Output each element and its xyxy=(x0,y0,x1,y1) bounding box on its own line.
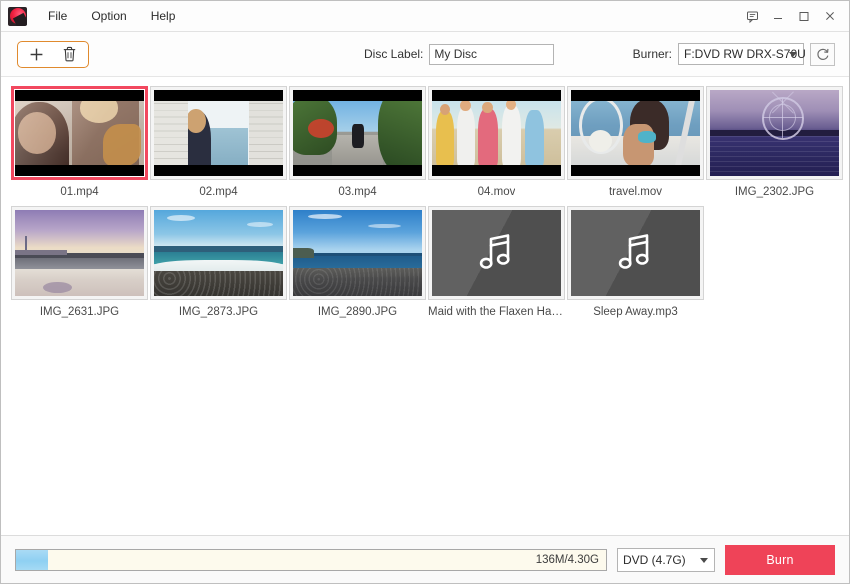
menu-item-file[interactable]: File xyxy=(37,5,78,27)
application-window: File Option Help xyxy=(0,0,850,584)
app-logo-icon xyxy=(8,7,27,26)
capacity-progress-bar: 136M/4.30G xyxy=(15,549,607,571)
file-thumbnail[interactable] xyxy=(150,206,287,300)
file-tile[interactable]: IMG_2302.JPG xyxy=(705,86,844,198)
maximize-icon[interactable] xyxy=(791,1,817,31)
audio-placeholder xyxy=(432,210,561,296)
file-name-label: IMG_2302.JPG xyxy=(735,186,814,198)
file-thumbnail[interactable] xyxy=(289,86,426,180)
file-tile[interactable]: IMG_2631.JPG xyxy=(10,206,149,318)
burner-select[interactable]: F:DVD RW DRX-S70U xyxy=(678,43,804,65)
file-thumbnail[interactable] xyxy=(567,206,704,300)
delete-files-button[interactable] xyxy=(53,43,86,66)
burner-caption: Burner: xyxy=(633,47,672,61)
file-tile[interactable]: Maid with the Flaxen Hair.... xyxy=(427,206,566,318)
file-tile[interactable]: 03.mp4 xyxy=(288,86,427,198)
file-tile[interactable]: travel.mov xyxy=(566,86,705,198)
video-preview xyxy=(154,90,283,176)
file-tile[interactable]: 01.mp4 xyxy=(10,86,149,198)
add-remove-group xyxy=(17,41,89,68)
refresh-burner-button[interactable] xyxy=(810,43,835,66)
file-thumbnail[interactable] xyxy=(289,206,426,300)
audio-placeholder xyxy=(571,210,700,296)
disc-label-group: Disc Label: xyxy=(364,32,554,76)
file-name-label: travel.mov xyxy=(609,186,662,198)
music-note-icon xyxy=(472,228,522,278)
file-tile[interactable]: IMG_2873.JPG xyxy=(149,206,288,318)
chevron-down-icon xyxy=(700,558,708,563)
disc-type-value: DVD (4.7G) xyxy=(623,553,686,567)
file-name-label: IMG_2631.JPG xyxy=(40,306,119,318)
video-preview xyxy=(293,90,422,176)
file-thumbnail[interactable] xyxy=(428,206,565,300)
file-thumbnail[interactable] xyxy=(706,86,843,180)
capacity-progress-fill xyxy=(16,550,48,570)
file-tile[interactable]: IMG_2890.JPG xyxy=(288,206,427,318)
burn-button[interactable]: Burn xyxy=(725,545,835,575)
file-name-label: 02.mp4 xyxy=(199,186,237,198)
title-bar: File Option Help xyxy=(1,1,849,32)
file-name-label: IMG_2890.JPG xyxy=(318,306,397,318)
add-files-button[interactable] xyxy=(20,43,53,66)
file-name-label: Maid with the Flaxen Hair.... xyxy=(428,306,565,318)
file-name-label: 04.mov xyxy=(478,186,516,198)
video-preview xyxy=(571,90,700,176)
feedback-icon[interactable] xyxy=(739,1,765,31)
file-name-label: IMG_2873.JPG xyxy=(179,306,258,318)
file-thumbnail[interactable] xyxy=(11,206,148,300)
toolbar: Disc Label: Burner: F:DVD RW DRX-S70U xyxy=(1,32,849,76)
menu-bar: File Option Help xyxy=(37,5,186,27)
burner-group: Burner: F:DVD RW DRX-S70U xyxy=(633,32,835,76)
file-tile[interactable]: 04.mov xyxy=(427,86,566,198)
file-thumbnail[interactable] xyxy=(567,86,704,180)
file-name-label: 03.mp4 xyxy=(338,186,376,198)
video-preview xyxy=(15,90,144,176)
image-preview xyxy=(15,210,144,296)
image-preview xyxy=(710,90,839,176)
disc-label-caption: Disc Label: xyxy=(364,47,423,61)
close-icon[interactable] xyxy=(817,1,843,31)
burner-select-value: F:DVD RW DRX-S70U xyxy=(684,47,806,61)
video-preview xyxy=(432,90,561,176)
chevron-down-icon xyxy=(789,52,797,57)
file-thumbnail[interactable] xyxy=(150,86,287,180)
file-name-label: 01.mp4 xyxy=(60,186,98,198)
menu-item-help[interactable]: Help xyxy=(140,5,187,27)
file-tile[interactable]: Sleep Away.mp3 xyxy=(566,206,705,318)
window-controls xyxy=(739,1,849,31)
disc-type-select[interactable]: DVD (4.7G) xyxy=(617,548,715,572)
menu-item-option[interactable]: Option xyxy=(80,5,137,27)
file-thumbnail[interactable] xyxy=(428,86,565,180)
music-note-icon xyxy=(611,228,661,278)
minimize-icon[interactable] xyxy=(765,1,791,31)
image-preview xyxy=(154,210,283,296)
file-thumbnail[interactable] xyxy=(11,86,148,180)
status-bar: 136M/4.30G DVD (4.7G) Burn xyxy=(1,535,849,583)
file-thumbnail-grid[interactable]: 01.mp4 02.mp4 03.mp4 04.mov travel.mov IMG_23… xyxy=(1,76,849,535)
file-name-label: Sleep Away.mp3 xyxy=(593,306,678,318)
image-preview xyxy=(293,210,422,296)
capacity-text: 136M/4.30G xyxy=(536,554,599,566)
disc-label-input[interactable] xyxy=(429,44,554,65)
file-tile[interactable]: 02.mp4 xyxy=(149,86,288,198)
